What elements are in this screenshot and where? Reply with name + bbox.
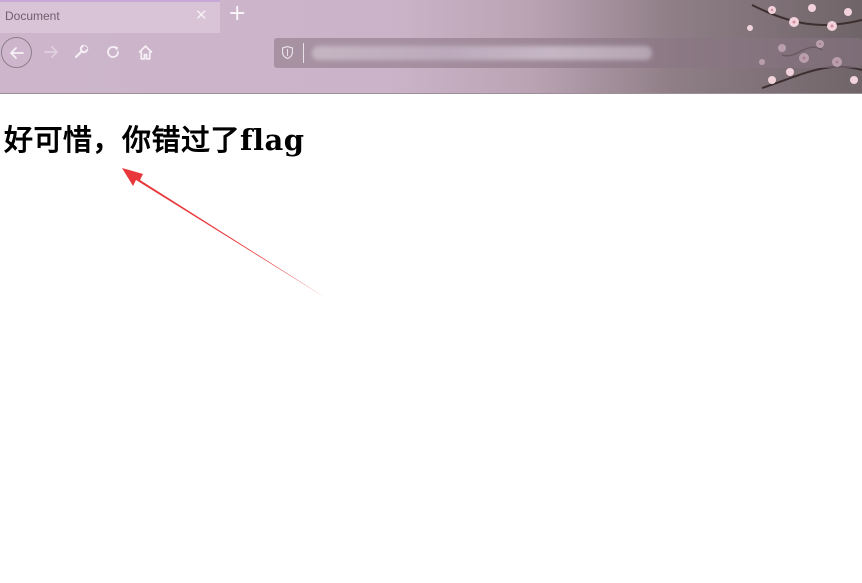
wrench-icon[interactable] (66, 37, 96, 67)
blurred-url-text (312, 46, 652, 60)
address-bar[interactable] (274, 38, 862, 68)
plus-icon[interactable]: + (228, 1, 246, 26)
shield-icon[interactable] (282, 46, 293, 59)
reload-icon[interactable] (98, 37, 128, 67)
annotation-arrow (122, 168, 326, 298)
tab-title: Document (5, 9, 60, 23)
tab-strip: Document ✕ + (0, 0, 862, 33)
browser-chrome: Document ✕ + (0, 0, 862, 94)
page-content: 好可惜，你错过了flag (0, 94, 862, 583)
forward-arrow-icon[interactable] (36, 37, 66, 67)
navigation-toolbar (0, 33, 862, 73)
close-icon[interactable]: ✕ (195, 6, 208, 24)
home-icon[interactable] (130, 37, 160, 67)
tab-document[interactable]: Document ✕ (0, 0, 220, 33)
url-caret (303, 43, 304, 63)
back-arrow-icon[interactable] (1, 37, 32, 68)
